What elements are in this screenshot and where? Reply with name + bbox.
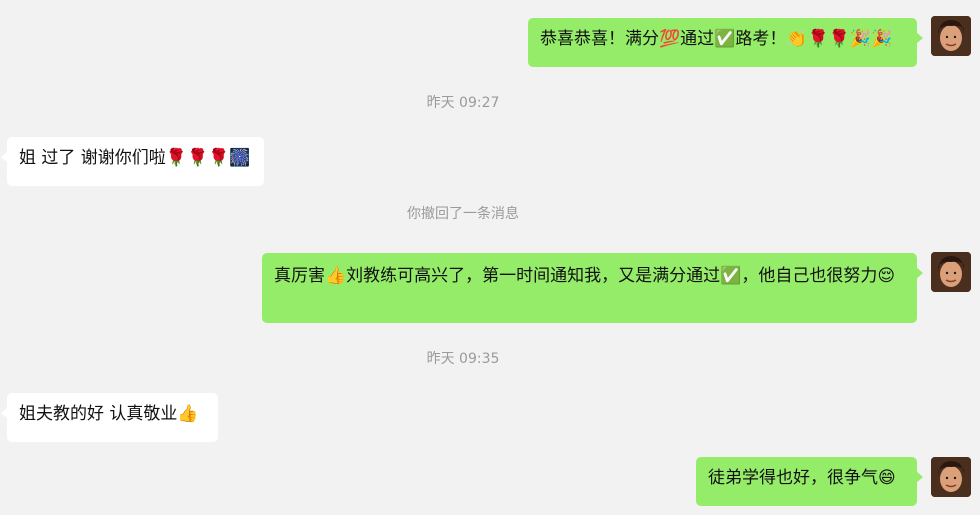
message-bubble-received[interactable]: 姐夫教的好 认真敬业👍 [1,393,218,442]
message-bubble-received[interactable]: 姐 过了 谢谢你们啦🌹🌹🌹🎆 [1,137,264,186]
avatar-photo-icon [931,457,971,497]
timestamp: 昨天 09:27 [426,95,500,111]
message-bubble-sent[interactable]: 恭喜恭喜！满分💯通过✅路考！👏🌹🌹🎉🎉 [528,18,923,67]
message-bubble-sent[interactable]: 徒弟学得也好，很争气😄 [696,457,923,506]
avatar[interactable] [931,16,971,56]
message-bubble-sent[interactable]: 真厉害👍刘教练可高兴了，第一时间通知我，又是满分通过✅，他自己也很努力😌 [262,253,923,323]
recall-notice: 你撤回了一条消息 [407,206,519,222]
timestamp: 昨天 09:35 [426,351,500,367]
avatar-photo-icon [931,252,971,292]
avatar[interactable] [931,252,971,292]
avatar[interactable] [931,457,971,497]
avatar-photo-icon [931,16,971,56]
